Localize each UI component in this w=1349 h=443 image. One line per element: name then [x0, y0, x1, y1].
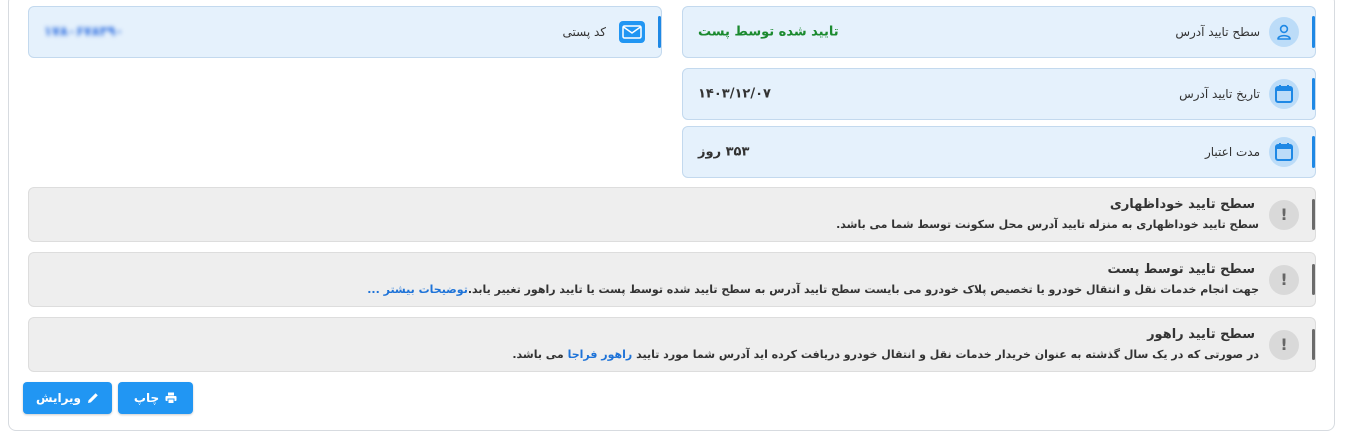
validity-label: مدت اعتبار [1204, 145, 1260, 159]
postal-code-card: کد پستی ۱۷۸۰۶۷۸۳۹۰ [28, 6, 662, 58]
more-info-link[interactable]: توضیحات بیشتر ... [367, 283, 468, 296]
note-bar [1312, 264, 1315, 295]
accent-bar [658, 16, 661, 48]
note-text-wrapper: جهت انجام خدمات نقل و انتقال خودرو یا تخ… [367, 283, 1259, 296]
note-title: سطح تایید خوداظهاری [1109, 197, 1255, 212]
note-text: جهت انجام خدمات نقل و انتقال خودرو یا تخ… [467, 283, 1259, 296]
exclamation-icon: ! [1269, 199, 1299, 230]
post-level-note: ! سطح تایید توسط پست جهت انجام خدمات نقل… [28, 252, 1316, 307]
note-bar [1312, 199, 1315, 230]
accent-bar [1312, 78, 1315, 110]
mail-icon [619, 21, 645, 43]
address-level-card: سطح تایید آدرس تایید شده توسط پست [682, 6, 1316, 58]
note-text-before: در صورتی که در یک سال گذشته به عنوان خری… [636, 348, 1259, 361]
note-bar [1312, 329, 1315, 360]
edit-button-label: ویرایش [36, 391, 82, 405]
police-level-note: ! سطح تایید راهور در صورتی که در یک سال … [28, 317, 1316, 372]
note-text-wrapper: در صورتی که در یک سال گذشته به عنوان خری… [512, 348, 1259, 361]
accent-bar [1312, 136, 1315, 168]
user-icon [1269, 17, 1299, 47]
police-link[interactable]: راهور فراجا [568, 348, 633, 361]
note-title: سطح تایید توسط پست [1107, 262, 1255, 277]
verification-date-card: تاریخ تایید آدرس ۱۴۰۳/۱۲/۰۷ [682, 68, 1316, 120]
edit-button[interactable]: ویرایش [23, 382, 112, 414]
validity-card: مدت اعتبار ۳۵۳ روز [682, 126, 1316, 178]
exclamation-icon: ! [1269, 329, 1299, 360]
calendar-icon [1269, 137, 1299, 167]
self-declared-level-note: ! سطح تایید خوداظهاری سطح تایید خوداظهار… [28, 187, 1316, 242]
print-icon [165, 392, 177, 404]
verification-date-value: ۱۴۰۳/۱۲/۰۷ [698, 86, 771, 102]
postal-code-value: ۱۷۸۰۶۷۸۳۹۰ [44, 24, 124, 40]
note-title: سطح تایید راهور [1147, 327, 1255, 342]
note-text-after: می باشد. [512, 348, 564, 361]
print-button-label: چاپ [133, 391, 160, 405]
pencil-icon [88, 393, 98, 403]
validity-value: ۳۵۳ روز [698, 144, 750, 160]
print-button[interactable]: چاپ [118, 382, 193, 414]
exclamation-icon: ! [1269, 264, 1299, 295]
address-level-value: تایید شده توسط پست [698, 24, 839, 40]
verification-date-label: تاریخ تایید آدرس [1179, 87, 1260, 101]
postal-code-label: کد پستی [562, 25, 607, 39]
note-text: سطح تایید خوداظهاری به منزله تایید آدرس … [836, 218, 1259, 231]
calendar-icon [1269, 79, 1299, 109]
address-level-label: سطح تایید آدرس [1175, 25, 1260, 39]
accent-bar [1312, 16, 1315, 48]
